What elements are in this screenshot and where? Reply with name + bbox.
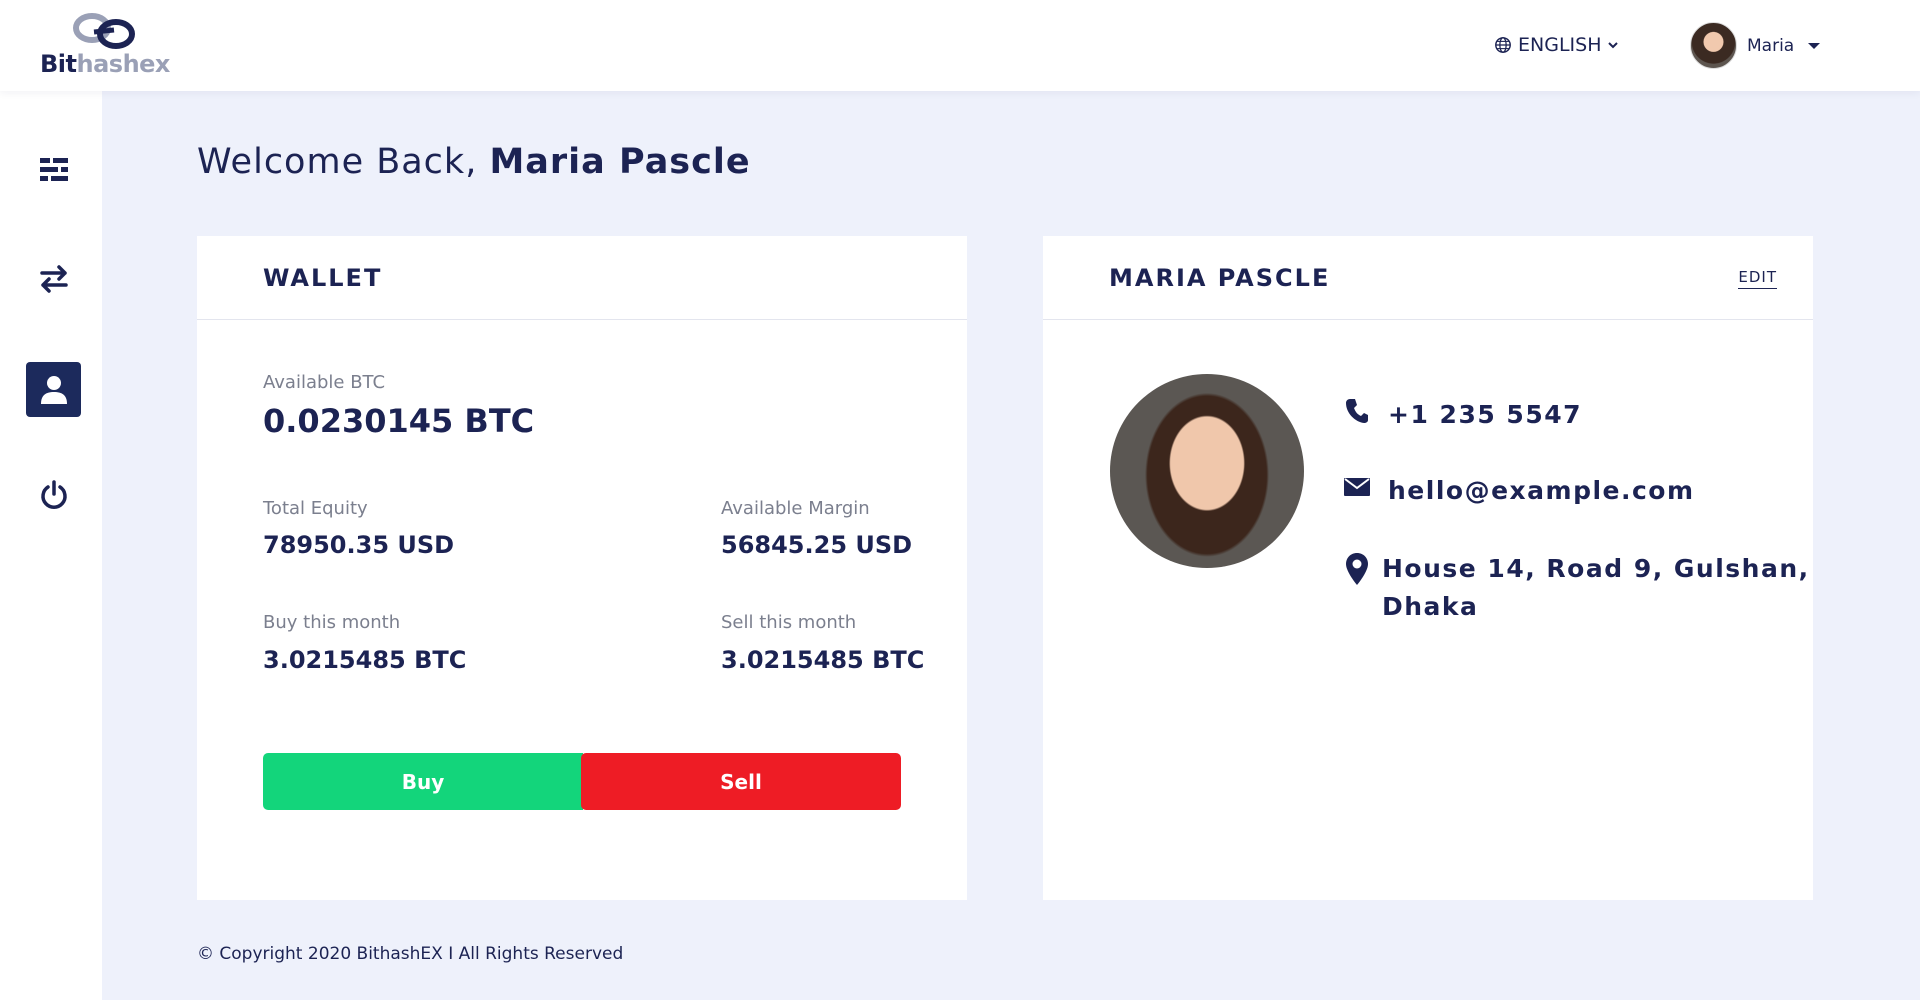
profile-card: MARIA PASCLE EDIT +1 235 5547 hello@exam… — [1043, 236, 1813, 900]
available-btc-label: Available BTC — [263, 372, 386, 393]
top-header: Bithashex ENGLISH Maria — [0, 0, 1920, 91]
user-name: Maria — [1747, 35, 1795, 56]
wallet-card-header: WALLET — [197, 236, 967, 320]
contact-email: hello@example.com — [1342, 472, 1695, 510]
welcome-prefix: Welcome Back, — [197, 142, 478, 182]
logo-text-bit: Bit — [40, 50, 77, 78]
contact-phone: +1 235 5547 — [1342, 396, 1582, 434]
envelope-icon — [1342, 472, 1372, 502]
sidebar — [0, 91, 102, 1000]
total-equity-label: Total Equity — [263, 498, 368, 519]
phone-icon — [1342, 396, 1372, 426]
sidebar-item-exchange[interactable] — [26, 251, 81, 306]
exchange-arrows-icon — [39, 264, 68, 293]
logo[interactable]: Bithashex — [40, 10, 180, 80]
buy-month-label: Buy this month — [263, 612, 401, 633]
avatar — [1690, 22, 1737, 69]
phone-number: +1 235 5547 — [1388, 400, 1583, 429]
buy-month-value: 3.0215485 BTC — [263, 646, 467, 674]
sell-button[interactable]: Sell — [581, 753, 901, 810]
contact-address: House 14, Road 9, Gulshan, Dhaka — [1342, 550, 1810, 626]
sell-month-value: 3.0215485 BTC — [721, 646, 925, 674]
available-margin-label: Available Margin — [721, 498, 870, 519]
buy-button[interactable]: Buy — [263, 753, 583, 810]
profile-title: MARIA PASCLE — [1109, 263, 1331, 292]
address-line-2: Dhaka — [1382, 592, 1479, 621]
footer-copyright: © Copyright 2020 BithashEX I All Rights … — [197, 944, 624, 964]
power-icon — [40, 479, 67, 509]
wallet-card: WALLET Available BTC 0.0230145 BTC Total… — [197, 236, 967, 900]
sidebar-item-dashboard[interactable] — [26, 142, 81, 197]
caret-down-icon — [1808, 42, 1821, 49]
edit-profile-link[interactable]: EDIT — [1738, 268, 1777, 289]
trade-buttons: Buy Sell — [263, 753, 901, 810]
email-address: hello@example.com — [1388, 476, 1695, 505]
total-equity-value: 78950.35 USD — [263, 531, 455, 559]
wallet-title: WALLET — [263, 263, 383, 292]
sidebar-item-profile[interactable] — [26, 362, 81, 417]
sidebar-item-logout[interactable] — [26, 467, 81, 522]
profile-photo — [1110, 374, 1304, 568]
language-selector[interactable]: ENGLISH — [1494, 34, 1619, 56]
chevron-down-icon — [1608, 42, 1619, 49]
globe-icon — [1495, 37, 1511, 53]
language-label: ENGLISH — [1518, 34, 1602, 56]
user-icon — [40, 375, 67, 404]
welcome-user-name: Maria Pascle — [489, 142, 751, 182]
user-menu[interactable]: Maria — [1690, 22, 1821, 69]
logo-text-hashex: hashex — [76, 50, 171, 78]
available-btc-value: 0.0230145 BTC — [263, 402, 535, 440]
available-margin-value: 56845.25 USD — [721, 531, 913, 559]
logo-chain-icon — [73, 13, 135, 49]
address-line-1: House 14, Road 9, Gulshan, — [1382, 554, 1810, 583]
logo-text: Bithashex — [40, 50, 170, 78]
dashboard-icon — [39, 157, 68, 181]
profile-card-header: MARIA PASCLE EDIT — [1043, 236, 1813, 320]
page-title: Welcome Back, Maria Pascle — [197, 142, 751, 182]
sell-month-label: Sell this month — [721, 612, 857, 633]
